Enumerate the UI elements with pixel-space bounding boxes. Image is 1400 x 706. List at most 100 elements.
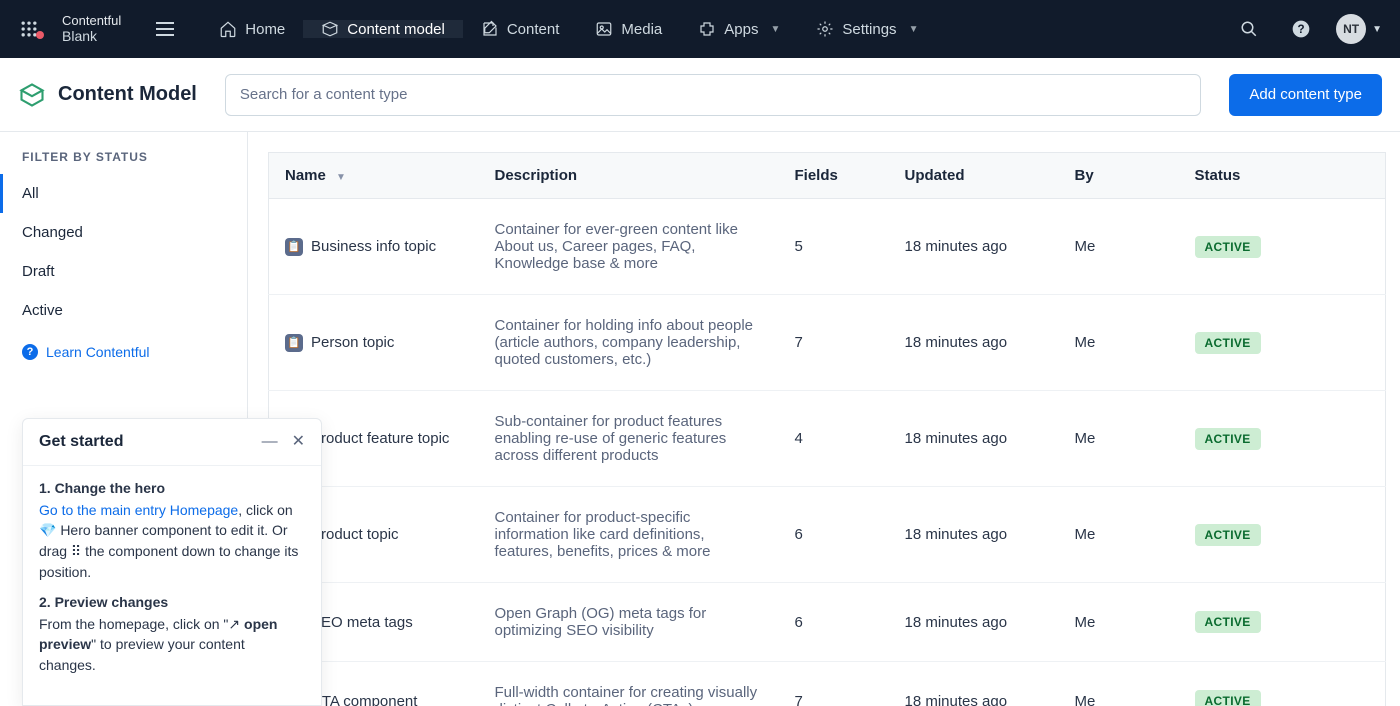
gear-icon	[816, 20, 834, 38]
page-title-text: Content Model	[58, 83, 197, 106]
help-button[interactable]: ?	[1284, 12, 1318, 46]
content-type-icon: 📋	[285, 238, 303, 256]
col-name[interactable]: Name ▼	[269, 153, 479, 199]
nav-label: Content	[507, 21, 560, 38]
row-by: Me	[1059, 662, 1179, 706]
content-type-table: Name ▼ Description Fields Updated By Sta…	[268, 152, 1386, 706]
drag-icon: ⠿	[71, 544, 81, 560]
image-icon	[595, 20, 613, 38]
row-by: Me	[1059, 199, 1179, 295]
nav-tab-content-model[interactable]: Content model	[303, 20, 463, 38]
space-selector[interactable]: Contentful Blank	[58, 13, 141, 45]
row-name: 📋Person topic	[285, 334, 463, 352]
help-icon: ?	[1291, 19, 1311, 39]
table-row[interactable]: 📋Product topicContainer for product-spec…	[269, 487, 1386, 583]
row-name-label: Product topic	[311, 526, 399, 543]
nav-tab-settings[interactable]: Settings ▼	[798, 20, 936, 38]
row-by: Me	[1059, 487, 1179, 583]
status-badge: ACTIVE	[1195, 236, 1261, 258]
col-updated[interactable]: Updated	[889, 153, 1059, 199]
status-badge: ACTIVE	[1195, 611, 1261, 633]
content-type-search[interactable]	[225, 74, 1202, 116]
close-button[interactable]: ✕	[292, 434, 305, 450]
content-model-icon	[18, 81, 46, 109]
row-name-label: SEO meta tags	[311, 614, 413, 631]
row-updated: 18 minutes ago	[889, 391, 1059, 487]
status-badge: ACTIVE	[1195, 690, 1261, 706]
sidebar-toggle-button[interactable]	[141, 22, 189, 36]
menu-icon	[156, 22, 174, 36]
add-content-type-button[interactable]: Add content type	[1229, 74, 1382, 116]
col-description[interactable]: Description	[479, 153, 779, 199]
popup-body: 1. Change the hero Go to the main entry …	[23, 466, 321, 705]
sort-icon: ▼	[336, 172, 346, 183]
learn-label: Learn Contentful	[46, 344, 150, 360]
row-by: Me	[1059, 295, 1179, 391]
top-nav: Contentful Blank Home Content model Cont…	[0, 0, 1400, 58]
box-icon	[321, 20, 339, 38]
row-description: Container for holding info about people …	[479, 295, 779, 391]
row-fields: 5	[779, 199, 889, 295]
filter-item-active[interactable]: Active	[0, 291, 247, 330]
step-2-heading: 2. Preview changes	[39, 594, 305, 610]
app-switcher-button[interactable]	[0, 19, 58, 39]
content-panel: Name ▼ Description Fields Updated By Sta…	[248, 132, 1400, 706]
nav-tabs: Home Content model Content Media Apps ▼	[201, 20, 936, 38]
table-row[interactable]: 📋CTA componentFull-width container for c…	[269, 662, 1386, 706]
col-by[interactable]: By	[1059, 153, 1179, 199]
col-fields[interactable]: Fields	[779, 153, 889, 199]
nav-tab-apps[interactable]: Apps ▼	[680, 20, 798, 38]
table-row[interactable]: 📋 Business info topic Container for ever-g…	[269, 199, 1386, 295]
minimize-button[interactable]: —	[262, 434, 278, 450]
row-fields: 7	[779, 295, 889, 391]
user-menu[interactable]: NT ▼	[1336, 14, 1382, 44]
svg-text:?: ?	[1298, 23, 1305, 36]
row-name-label: Product feature topic	[311, 430, 449, 447]
table-row[interactable]: 📋Person topic Container for holding info …	[269, 295, 1386, 391]
row-updated: 18 minutes ago	[889, 583, 1059, 662]
nav-tab-home[interactable]: Home	[201, 20, 303, 38]
row-fields: 6	[779, 583, 889, 662]
chevron-down-icon: ▼	[770, 24, 780, 35]
status-badge: ACTIVE	[1195, 428, 1261, 450]
nav-label: Home	[245, 21, 285, 38]
table-header-row: Name ▼ Description Fields Updated By Sta…	[269, 153, 1386, 199]
get-started-popup: Get started — ✕ 1. Change the hero Go to…	[22, 418, 322, 706]
nav-label: Settings	[842, 21, 896, 38]
step-1-heading: 1. Change the hero	[39, 480, 305, 496]
table-row[interactable]: 📋Product feature topicSub-container for …	[269, 391, 1386, 487]
status-badge: ACTIVE	[1195, 524, 1261, 546]
help-icon: ?	[22, 344, 38, 360]
avatar: NT	[1336, 14, 1366, 44]
nav-label: Content model	[347, 21, 445, 38]
row-fields: 6	[779, 487, 889, 583]
space-name-label: Blank	[62, 28, 121, 45]
table-row[interactable]: 📋SEO meta tagsOpen Graph (OG) meta tags …	[269, 583, 1386, 662]
filter-item-changed[interactable]: Changed	[0, 213, 247, 252]
row-name-label: CTA component	[311, 693, 417, 706]
homepage-link[interactable]: Go to the main entry Homepage	[39, 502, 238, 518]
notification-dot	[36, 31, 44, 39]
learn-contentful-link[interactable]: ? Learn Contentful	[0, 330, 247, 374]
home-icon	[219, 20, 237, 38]
row-description: Container for product-specific informati…	[479, 487, 779, 583]
popup-header: Get started — ✕	[23, 419, 321, 466]
filter-item-draft[interactable]: Draft	[0, 252, 247, 291]
col-status[interactable]: Status	[1179, 153, 1386, 199]
nav-tab-media[interactable]: Media	[577, 20, 680, 38]
row-description: Container for ever-green content like Ab…	[479, 199, 779, 295]
row-by: Me	[1059, 583, 1179, 662]
filter-item-all[interactable]: All	[0, 174, 247, 213]
nav-tab-content[interactable]: Content	[463, 20, 578, 38]
status-badge: ACTIVE	[1195, 332, 1261, 354]
org-name: Contentful	[62, 13, 121, 29]
step-1-text: Go to the main entry Homepage, click on …	[39, 500, 305, 582]
nav-label: Apps	[724, 21, 758, 38]
chevron-down-icon: ▼	[1372, 24, 1382, 35]
search-input[interactable]	[240, 86, 1187, 103]
row-name-label: Business info topic	[311, 238, 436, 255]
edit-icon	[481, 20, 499, 38]
filter-heading: FILTER BY STATUS	[0, 150, 247, 174]
external-link-icon: ↗	[228, 616, 240, 632]
search-button[interactable]	[1232, 12, 1266, 46]
